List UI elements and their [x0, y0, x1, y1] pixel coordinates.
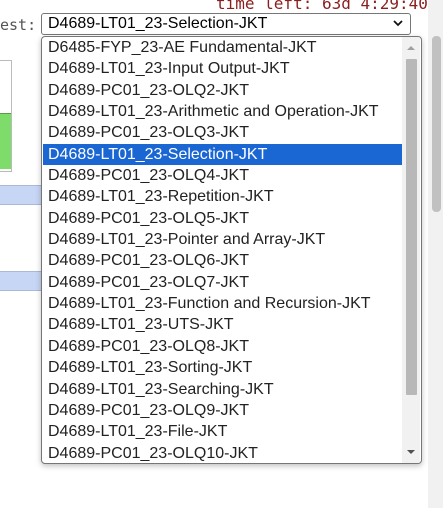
dropdown-option[interactable]: D4689-LT01_23-Pointer and Array-JKT: [43, 229, 402, 250]
dropdown-option[interactable]: D4689-LT01_23-File-JKT: [43, 421, 402, 442]
left-status-bar: [0, 113, 11, 169]
dropdown-option[interactable]: D4689-PC01_23-OLQ3-JKT: [43, 122, 402, 143]
scroll-down-arrow-icon[interactable]: [402, 443, 420, 461]
scroll-up-arrow-icon[interactable]: [402, 39, 420, 57]
dropdown-option[interactable]: D4689-LT01_23-Arithmetic and Operation-J…: [43, 101, 402, 122]
dropdown-option[interactable]: D4689-LT01_23-UTS-JKT: [43, 314, 402, 335]
dropdown-option[interactable]: D4689-LT01_23-Repetition-JKT: [43, 186, 402, 207]
dropdown-option[interactable]: D4689-PC01_23-OLQ5-JKT: [43, 208, 402, 229]
chevron-down-icon: [393, 20, 403, 27]
time-left-text: time left: 63d 4:29:40: [216, 0, 428, 13]
dropdown-option[interactable]: D4689-PC01_23-OLQ10-JKT: [43, 443, 402, 463]
dropdown-option[interactable]: D6485-FYP_23-AE Fundamental-JKT: [43, 37, 402, 58]
dropdown-option[interactable]: D4689-PC01_23-OLQ8-JKT: [43, 336, 402, 357]
dropdown-option[interactable]: D4689-LT01_23-Sorting-JKT: [43, 357, 402, 378]
dropdown-option[interactable]: D4689-PC01_23-OLQ6-JKT: [43, 250, 402, 271]
contest-select[interactable]: D4689-LT01_23-Selection-JKT: [41, 13, 411, 35]
contest-dropdown-list[interactable]: D6485-FYP_23-AE Fundamental-JKT D4689-LT0…: [41, 36, 422, 464]
contest-select-value: D4689-LT01_23-Selection-JKT: [48, 15, 268, 32]
dropdown-scrollbar-thumb[interactable]: [406, 59, 417, 395]
dropdown-option[interactable]: D4689-PC01_23-OLQ7-JKT: [43, 272, 402, 293]
dropdown-option[interactable]: D4689-LT01_23-Selection-JKT: [43, 143, 402, 166]
dropdown-option[interactable]: D4689-LT01_23-Searching-JKT: [43, 379, 402, 400]
dropdown-option[interactable]: D4689-LT01_23-Input Output-JKT: [43, 58, 402, 79]
dropdown-option[interactable]: D4689-PC01_23-OLQ4-JKT: [43, 165, 402, 186]
dropdown-scrollbar[interactable]: [402, 37, 420, 463]
dropdown-option[interactable]: D4689-LT01_23-Function and Recursion-JKT: [43, 293, 402, 314]
contest-label: est:: [0, 16, 37, 34]
left-band-2: [0, 271, 41, 291]
page-scrollbar-thumb[interactable]: [432, 36, 441, 212]
dropdown-option[interactable]: D4689-PC01_23-OLQ9-JKT: [43, 400, 402, 421]
dropdown-options: D6485-FYP_23-AE Fundamental-JKT D4689-LT0…: [43, 37, 402, 463]
left-band-1: [0, 185, 41, 205]
dropdown-option[interactable]: D4689-PC01_23-OLQ2-JKT: [43, 80, 402, 101]
